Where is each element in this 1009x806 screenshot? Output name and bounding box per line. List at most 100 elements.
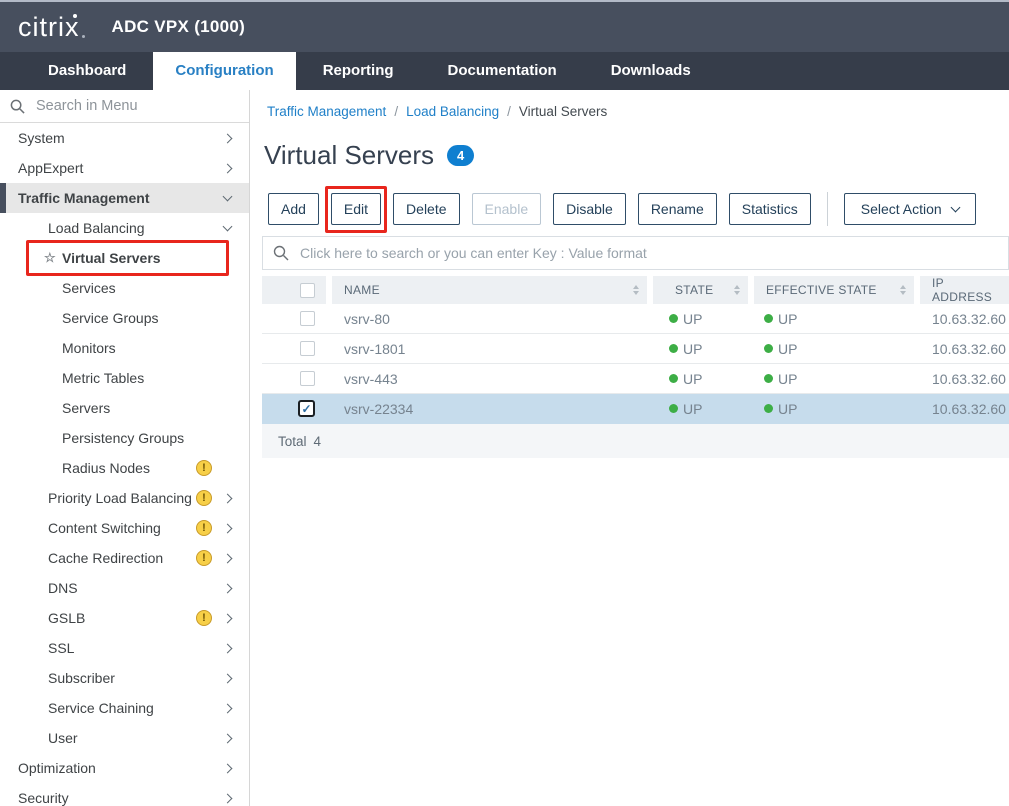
main-panel: Traffic Management/Load Balancing/Virtua… <box>250 90 1009 806</box>
chevron-slot <box>217 226 237 230</box>
sidebar-item-metric-tables[interactable]: Metric Tables <box>0 363 249 393</box>
nav-tabs: DashboardConfigurationReportingDocumenta… <box>0 52 1009 90</box>
table-row-vsrv-80[interactable]: vsrv-80UPUP10.63.32.60 <box>262 304 1009 334</box>
sidebar-item-appexpert[interactable]: AppExpert <box>0 153 249 183</box>
row-effective-state-cell: UP <box>754 371 914 387</box>
sidebar-item-security[interactable]: Security <box>0 783 249 806</box>
sidebar-item-content-switching[interactable]: Content Switching! <box>0 513 249 543</box>
sidebar-item-subscriber[interactable]: Subscriber <box>0 663 249 693</box>
chevron-slot <box>217 615 237 622</box>
chevron-slot <box>217 645 237 652</box>
warning-slot: ! <box>195 490 213 506</box>
state-label: UP <box>778 311 797 327</box>
select-action-dropdown[interactable]: Select Action <box>844 193 976 225</box>
table-header-checkbox-cell <box>262 276 326 304</box>
row-checkbox[interactable]: ✓ <box>298 400 315 417</box>
sidebar-item-priority-load-balancing[interactable]: Priority Load Balancing! <box>0 483 249 513</box>
sidebar-search[interactable] <box>0 90 249 123</box>
table-header-row: NAME STATE EFFECTIVE STATE IP ADDRESS <box>262 276 1009 304</box>
toolbar-divider <box>827 192 828 226</box>
sidebar-item-label: Services <box>62 280 195 296</box>
sidebar-item-load-balancing[interactable]: Load Balancing <box>0 213 249 243</box>
row-ip-cell: 10.63.32.60 <box>920 311 1009 327</box>
sidebar-item-optimization[interactable]: Optimization <box>0 753 249 783</box>
column-header-state[interactable]: STATE <box>653 276 748 304</box>
tab-downloads[interactable]: Downloads <box>584 52 718 90</box>
tab-documentation[interactable]: Documentation <box>421 52 584 90</box>
add-button[interactable]: Add <box>268 193 319 225</box>
breadcrumb: Traffic Management/Load Balancing/Virtua… <box>262 104 1009 119</box>
sidebar-item-ssl[interactable]: SSL <box>0 633 249 663</box>
table-search-bar[interactable] <box>262 236 1009 270</box>
row-name-cell: vsrv-1801 <box>332 341 647 357</box>
column-header-effective-state[interactable]: EFFECTIVE STATE <box>754 276 914 304</box>
sidebar-item-service-groups[interactable]: Service Groups <box>0 303 249 333</box>
disable-button[interactable]: Disable <box>553 193 626 225</box>
sidebar-item-service-chaining[interactable]: Service Chaining <box>0 693 249 723</box>
sidebar-item-label: Traffic Management <box>18 190 195 206</box>
warning-icon: ! <box>196 610 212 626</box>
column-header-ip-address[interactable]: IP ADDRESS <box>920 276 1009 304</box>
sidebar-item-label: Optimization <box>18 760 195 776</box>
column-header-label: IP ADDRESS <box>932 276 1001 304</box>
sidebar-item-traffic-management[interactable]: Traffic Management <box>0 183 249 213</box>
rename-button[interactable]: Rename <box>638 193 717 225</box>
state-label: UP <box>683 401 702 417</box>
table-search-input[interactable] <box>298 244 1008 262</box>
sidebar-item-label: Virtual Servers <box>62 250 195 266</box>
breadcrumb-item-traffic-management[interactable]: Traffic Management <box>267 104 386 119</box>
star-icon: ☆ <box>44 250 62 266</box>
sidebar-item-cache-redirection[interactable]: Cache Redirection! <box>0 543 249 573</box>
table-row-vsrv-22334[interactable]: ✓vsrv-22334UPUP10.63.32.60 <box>262 394 1009 424</box>
breadcrumb-separator: / <box>394 104 398 119</box>
sidebar-item-gslb[interactable]: GSLB! <box>0 603 249 633</box>
state-label: UP <box>778 371 797 387</box>
breadcrumb-item-load-balancing[interactable]: Load Balancing <box>406 104 499 119</box>
page-title-text: Virtual Servers <box>264 140 434 171</box>
app-header: citrix ADC VPX (1000) <box>0 2 1009 52</box>
tab-reporting[interactable]: Reporting <box>296 52 421 90</box>
chevron-right-icon <box>222 793 232 803</box>
tab-configuration[interactable]: Configuration <box>153 52 295 90</box>
sidebar-item-services[interactable]: Services <box>0 273 249 303</box>
select-all-checkbox[interactable] <box>300 283 315 298</box>
edit-button[interactable]: Edit <box>331 193 381 225</box>
chevron-slot <box>217 495 237 502</box>
row-checkbox-cell <box>262 371 326 386</box>
table-total-row: Total 4 <box>262 424 1009 458</box>
sort-icon[interactable] <box>633 285 639 295</box>
state-label: UP <box>778 401 797 417</box>
chevron-right-icon <box>222 613 232 623</box>
column-header-label: NAME <box>344 283 380 297</box>
app-title: ADC VPX (1000) <box>112 17 246 37</box>
sidebar-item-user[interactable]: User <box>0 723 249 753</box>
statistics-button[interactable]: Statistics <box>729 193 811 225</box>
row-checkbox[interactable] <box>300 371 315 386</box>
chevron-right-icon <box>222 643 232 653</box>
sidebar-item-system[interactable]: System <box>0 123 249 153</box>
sidebar-item-monitors[interactable]: Monitors <box>0 333 249 363</box>
tab-dashboard[interactable]: Dashboard <box>21 52 153 90</box>
row-checkbox[interactable] <box>300 341 315 356</box>
table-row-vsrv-443[interactable]: vsrv-443UPUP10.63.32.60 <box>262 364 1009 394</box>
sidebar: SystemAppExpert Traffic Management Load Ba… <box>0 90 250 806</box>
citrix-logo: citrix <box>18 14 88 41</box>
sidebar-item-label: Radius Nodes <box>62 460 195 476</box>
sidebar-item-persistency-groups[interactable]: Persistency Groups <box>0 423 249 453</box>
sidebar-search-input[interactable] <box>34 97 249 115</box>
sidebar-item-radius-nodes[interactable]: Radius Nodes! <box>0 453 249 483</box>
sidebar-item-label: Priority Load Balancing <box>48 490 195 506</box>
sort-icon[interactable] <box>734 285 740 295</box>
select-action-label: Select Action <box>861 201 942 217</box>
sidebar-item-servers[interactable]: Servers <box>0 393 249 423</box>
delete-button[interactable]: Delete <box>393 193 459 225</box>
column-header-name[interactable]: NAME <box>332 276 647 304</box>
sidebar-item-dns[interactable]: DNS <box>0 573 249 603</box>
column-header-label: STATE <box>675 283 713 297</box>
table-row-vsrv-1801[interactable]: vsrv-1801UPUP10.63.32.60 <box>262 334 1009 364</box>
row-checkbox[interactable] <box>300 311 315 326</box>
warning-slot: ! <box>195 520 213 536</box>
sidebar-item-virtual-servers[interactable]: ☆Virtual Servers <box>0 243 249 273</box>
sort-icon[interactable] <box>900 285 906 295</box>
state-up-dot <box>764 344 773 353</box>
